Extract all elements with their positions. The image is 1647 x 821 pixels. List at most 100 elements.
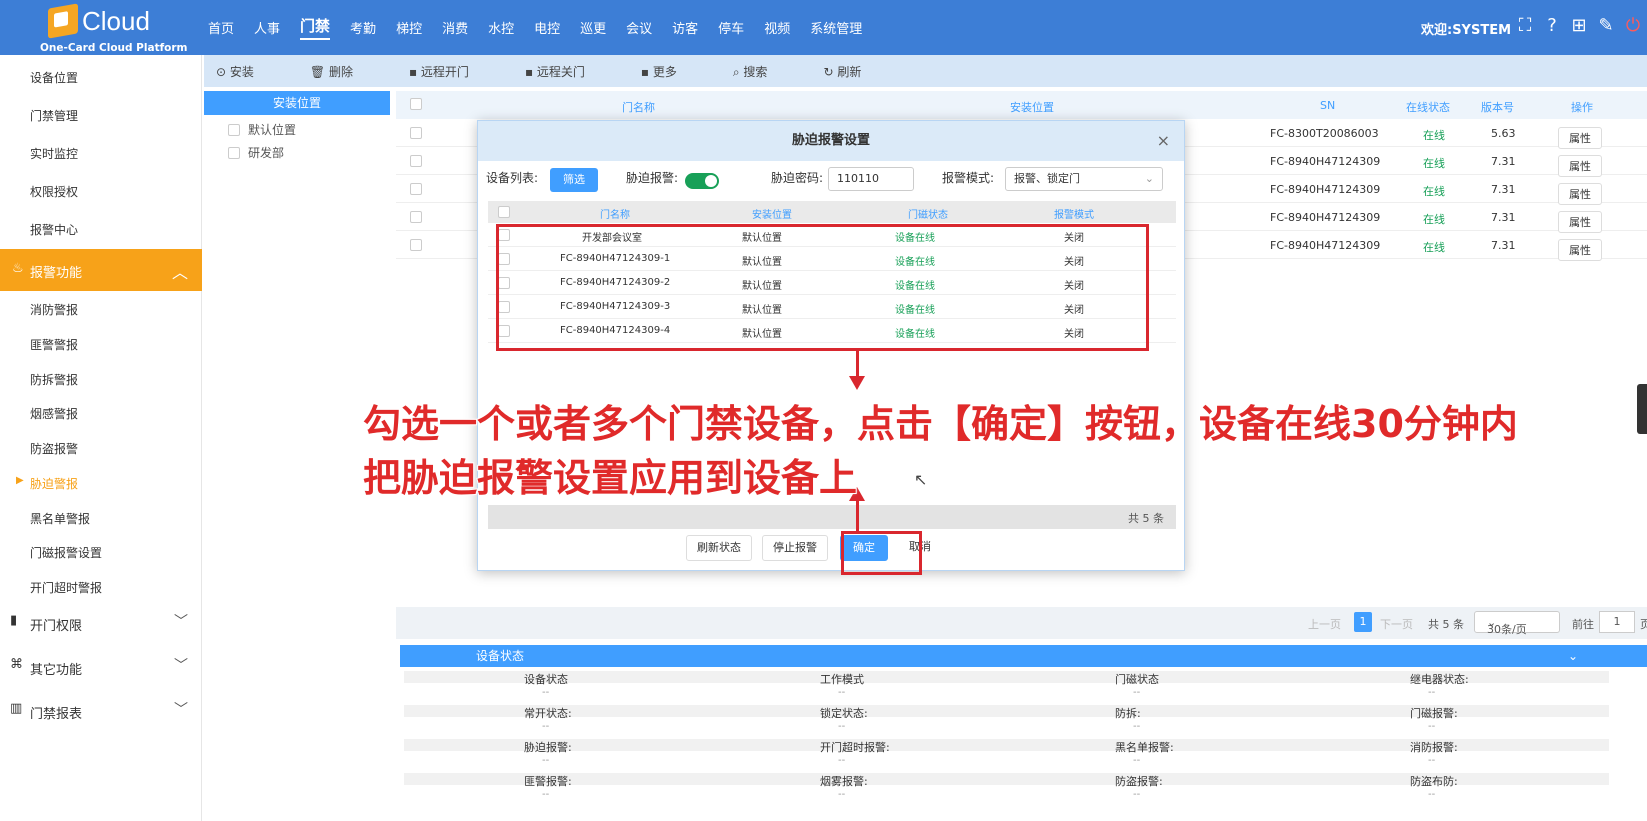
nav-visitor[interactable]: 访客	[672, 18, 698, 37]
help-icon[interactable]: ?	[1541, 15, 1563, 37]
nav-system[interactable]: 系统管理	[810, 18, 862, 37]
properties-button[interactable]: 属性	[1558, 183, 1602, 205]
chevron-down-icon: ﹀	[174, 658, 188, 674]
nav-consume[interactable]: 消费	[442, 18, 468, 37]
nav-hr[interactable]: 人事	[254, 18, 280, 37]
sidebar-item-smoke[interactable]: 烟感警报	[30, 405, 78, 422]
nav-parking[interactable]: 停车	[718, 18, 744, 37]
sidebar-group-label: 开门权限	[30, 619, 83, 634]
arrow-up-shaft	[856, 500, 859, 531]
more-button[interactable]: ▪ 更多	[641, 63, 705, 80]
filter-button[interactable]: 筛选	[550, 168, 598, 192]
sidebar-item-monitor[interactable]: 实时监控	[30, 145, 78, 162]
sidebar-item-blacklist[interactable]: 黑名单警报	[30, 510, 90, 527]
col-status[interactable]: 在线状态	[1406, 99, 1450, 115]
page-size-select[interactable]: 30条/页 ⌄	[1474, 611, 1560, 636]
status-label: 常开状态:	[524, 707, 572, 720]
chevron-down-icon: ﹀	[174, 702, 188, 718]
prev-page-button[interactable]: 上一页	[1308, 616, 1341, 632]
properties-button[interactable]: 属性	[1558, 211, 1602, 233]
duress-password-input[interactable]: 110110	[828, 167, 914, 191]
more-label: 更多	[652, 64, 677, 79]
arrow-down-icon	[849, 376, 865, 390]
sidebar-item-theft[interactable]: 防盗报警	[30, 440, 78, 457]
select-all-checkbox[interactable]	[410, 98, 422, 110]
goto-input[interactable]: 1	[1599, 611, 1635, 633]
sidebar-item-access-mgmt[interactable]: 门禁管理	[30, 107, 78, 124]
sidebar-item-device-location[interactable]: 设备位置	[30, 69, 78, 86]
nav-power[interactable]: 电控	[534, 18, 560, 37]
alarm-mode-select[interactable]: 报警、锁定门 ⌄	[1005, 167, 1163, 191]
sidebar-group-report[interactable]: ▥ 门禁报表 ﹀	[0, 695, 202, 725]
remote-open-button[interactable]: ▪ 远程开门	[409, 63, 497, 80]
sidebar-item-alarm-center[interactable]: 报警中心	[30, 221, 78, 238]
nav-home[interactable]: 首页	[208, 18, 234, 37]
logo: Cloud One-Card Cloud Platform	[36, 3, 188, 54]
row-checkbox[interactable]	[410, 183, 422, 195]
fullscreen-icon[interactable]: ⛶	[1514, 15, 1536, 37]
nav-meeting[interactable]: 会议	[626, 18, 652, 37]
nav-water[interactable]: 水控	[488, 18, 514, 37]
row-checkbox[interactable]	[410, 155, 422, 167]
cursor-icon: ↖	[914, 470, 928, 489]
sidebar-item-door-sensor[interactable]: 门磁报警设置	[30, 544, 102, 561]
nav-elevator[interactable]: 梯控	[396, 18, 422, 37]
power-icon[interactable]: ⏻	[1622, 15, 1644, 37]
close-icon[interactable]: ×	[1157, 121, 1170, 161]
checkbox[interactable]	[228, 146, 240, 159]
status-label: 工作模式	[820, 673, 864, 686]
install-label: 安装	[229, 64, 254, 79]
sidebar-item-tamper[interactable]: 防拆警报	[30, 371, 78, 388]
sidebar-item-fire[interactable]: 消防警报	[30, 301, 78, 318]
nav-patrol[interactable]: 巡更	[580, 18, 606, 37]
side-handle[interactable]	[1637, 384, 1647, 434]
nav-attendance[interactable]: 考勤	[350, 18, 376, 37]
select-all-checkbox[interactable]	[498, 206, 510, 218]
row-checkbox[interactable]	[410, 127, 422, 139]
page-1-button[interactable]: 1	[1354, 612, 1372, 632]
search-button[interactable]: ⌕ 搜索	[733, 63, 796, 80]
stop-alarm-button[interactable]: 停止报警	[762, 535, 828, 561]
delete-button[interactable]: 🗑 删除	[310, 63, 381, 80]
install-button[interactable]: ⊙ 安装	[216, 63, 282, 80]
tree-node[interactable]: 默认位置	[228, 121, 390, 138]
row-status: 在线	[1423, 185, 1445, 198]
refresh-button[interactable]: ↻ 刷新	[823, 63, 889, 80]
properties-button[interactable]: 属性	[1558, 239, 1602, 261]
tree-node[interactable]: 研发部	[228, 144, 390, 161]
row-status: 在线	[1423, 241, 1445, 254]
annotation-line-1: 勾选一个或者多个门禁设备，点击【确定】按钮，设备在线30分钟内	[362, 401, 1519, 447]
sidebar-item-permission[interactable]: 权限授权	[30, 183, 78, 200]
grid-icon: ⌘	[10, 657, 23, 672]
row-version: 7.31	[1491, 155, 1516, 168]
nav-video[interactable]: 视频	[764, 18, 790, 37]
duress-alarm-toggle[interactable]	[685, 173, 719, 189]
refresh-status-button[interactable]: 刷新状态	[686, 535, 752, 561]
sidebar-item-open-timeout[interactable]: 开门超时警报	[30, 579, 102, 596]
row-checkbox[interactable]	[410, 211, 422, 223]
row-checkbox[interactable]	[410, 239, 422, 251]
properties-button[interactable]: 属性	[1558, 127, 1602, 149]
row-status: 在线	[1423, 129, 1445, 142]
brand-name: Cloud	[82, 6, 150, 36]
sidebar-group-label: 门禁报表	[30, 707, 83, 722]
remote-close-button[interactable]: ▪ 远程关门	[525, 63, 613, 80]
col-version: 版本号	[1481, 101, 1514, 114]
edit-icon[interactable]: ✎	[1595, 15, 1617, 37]
status-label: 胁迫报警:	[524, 741, 572, 754]
sidebar-group-open-permission[interactable]: ▮ 开门权限 ﹀	[0, 607, 202, 637]
checkbox[interactable]	[228, 123, 240, 136]
sidebar-group-alarm[interactable]: ♨ 报警功能 ︿	[0, 249, 202, 291]
alarm-mode-value: 报警、锁定门	[1014, 172, 1080, 185]
sidebar-item-robbery[interactable]: 匪警警报	[30, 336, 78, 353]
chevron-down-icon[interactable]: ⌄	[1568, 645, 1578, 667]
sidebar-item-duress[interactable]: ▶ 胁迫警报	[16, 475, 78, 492]
goto-label: 前往	[1572, 618, 1594, 631]
translate-icon[interactable]: ⊞	[1568, 15, 1590, 37]
device-status-bar[interactable]: 设备状态 ⌄	[400, 645, 1647, 667]
row-sn: FC-8940H47124309	[1270, 183, 1381, 196]
nav-access[interactable]: 门禁	[300, 15, 331, 40]
next-page-button[interactable]: 下一页	[1380, 616, 1413, 632]
properties-button[interactable]: 属性	[1558, 155, 1602, 177]
sidebar-group-other[interactable]: ⌘ 其它功能 ﹀	[0, 651, 202, 681]
